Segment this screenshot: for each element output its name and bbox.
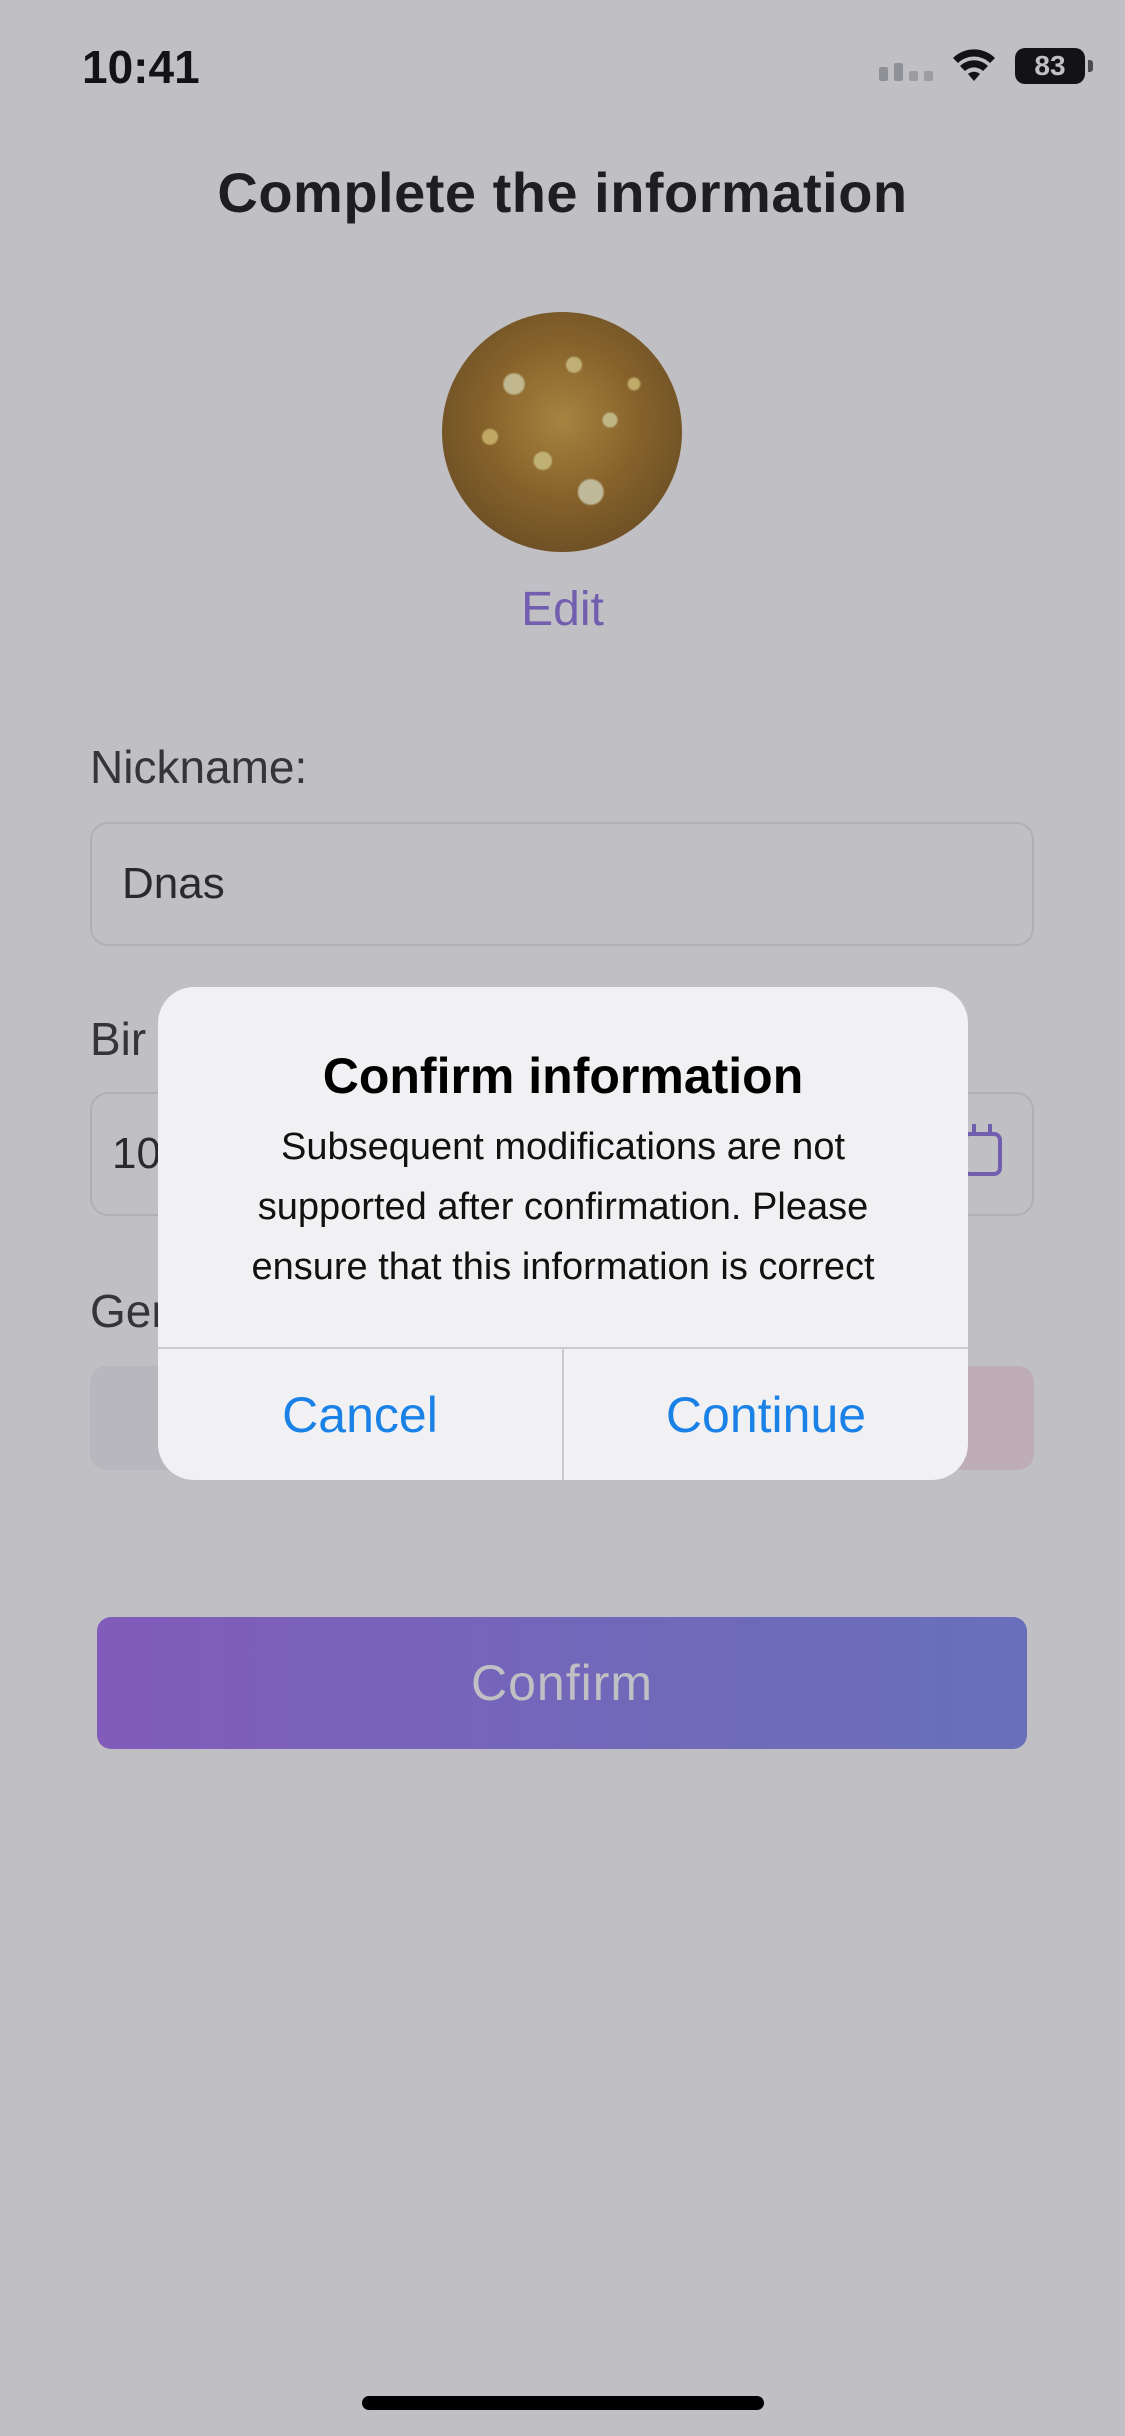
- home-indicator[interactable]: [362, 2396, 764, 2410]
- alert-title: Confirm information: [322, 1048, 804, 1104]
- alert-message: Subsequent modifications are not support…: [251, 1126, 875, 1288]
- alert-continue-button[interactable]: Continue: [564, 1349, 968, 1480]
- confirm-alert: Confirm information Subsequent modificat…: [158, 987, 968, 1480]
- alert-cancel-button[interactable]: Cancel: [158, 1349, 562, 1480]
- screen: 10:41 83 Complete the information Edit N…: [0, 0, 1125, 2436]
